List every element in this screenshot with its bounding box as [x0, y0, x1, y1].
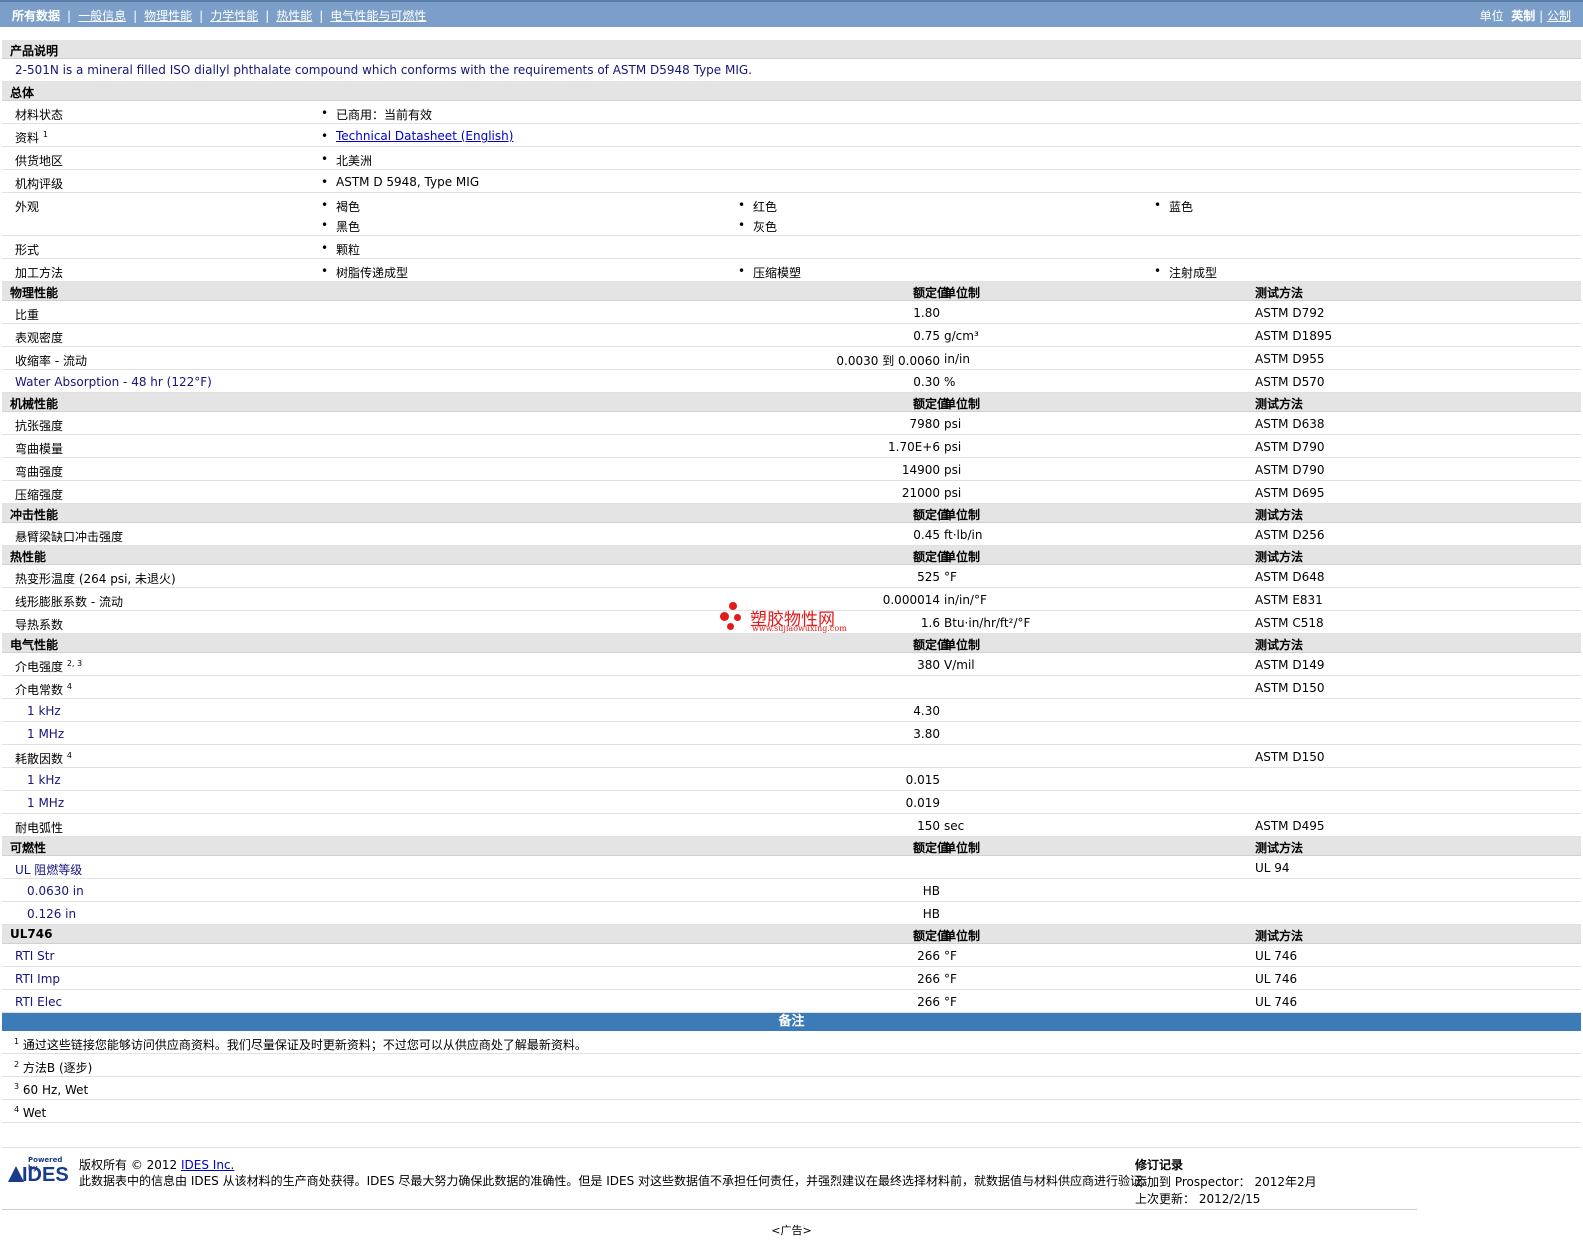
property-row: 比重 1.80 ASTM D792: [2, 301, 1581, 324]
property-subrow: 1 MHz 0.019: [2, 791, 1581, 814]
property-row: 介电强度 2, 3 380 V/mil ASTM D149: [2, 653, 1581, 676]
agency-value: ASTM D 5948, Type MIG: [321, 175, 479, 189]
region-label: 供货地区: [15, 154, 64, 168]
units-imperial[interactable]: 英制: [1511, 9, 1535, 23]
watermark-dot: [734, 614, 741, 621]
datasheet: 产品说明 2-501N is a mineral filled ISO dial…: [2, 40, 1581, 1123]
property-row: 悬臂梁缺口冲击强度 0.45 ft·lb/in ASTM D256: [2, 523, 1581, 546]
status-value: 已商用：当前有效: [321, 106, 432, 123]
appearance-item: 褐色: [321, 198, 360, 215]
appearance-item: 黑色: [321, 218, 360, 235]
section-header-product: 产品说明: [2, 40, 1581, 59]
appearance-item: 红色: [738, 198, 777, 215]
property-subrow: 1 kHz 0.015: [2, 768, 1581, 791]
product-description-row: 2-501N is a mineral filled ISO diallyl p…: [2, 59, 1581, 82]
note-item: 2 方法B (逐步): [2, 1054, 1581, 1077]
revision-updated: 上次更新： 2012/2/15: [1135, 1192, 1261, 1206]
revision-history: 修订记录 添加到 Prospector： 2012年2月 上次更新： 2012/…: [1135, 1156, 1317, 1207]
watermark-dot: [727, 623, 734, 630]
notes-header: 备注: [2, 1013, 1581, 1031]
region-row: 供货地区 北美洲: [2, 147, 1581, 170]
unit-switcher: 单位 英制 | 公制: [1479, 9, 1571, 23]
section-header-ul746: UL746 额定值 单位制 测试方法: [2, 925, 1581, 944]
col-unit: 单位制: [944, 286, 981, 300]
section-header-general: 总体: [2, 82, 1581, 101]
revision-title: 修订记录: [1135, 1158, 1184, 1172]
note-item: 3 60 Hz, Wet: [2, 1077, 1581, 1100]
property-row: 表观密度 0.75 g/cm³ ASTM D1895: [2, 324, 1581, 347]
form-label: 形式: [15, 243, 40, 257]
property-row: 压缩强度 21000 psi ASTM D695: [2, 481, 1581, 504]
property-subrow: 1 MHz 3.80: [2, 722, 1581, 745]
status-label: 材料状态: [15, 108, 64, 122]
property-row: 抗张强度 7980 psi ASTM D638: [2, 412, 1581, 435]
col-test: 测试方法: [1255, 286, 1304, 300]
docs-label: 资料 1: [15, 130, 48, 145]
property-subrow: 0.126 in HB: [2, 902, 1581, 925]
property-row: 弯曲模量 1.70E+6 psi ASTM D790: [2, 435, 1581, 458]
section-header-thermal: 热性能 额定值 单位制 测试方法: [2, 546, 1581, 565]
appearance-row: 外观 褐色 红色 蓝色 黑色 灰色: [2, 193, 1581, 236]
tab-all-data[interactable]: 所有数据: [12, 9, 60, 23]
appearance-label: 外观: [15, 200, 40, 214]
docs-bullet: Technical Datasheet (English): [321, 129, 513, 143]
technical-datasheet-link[interactable]: Technical Datasheet (English): [336, 129, 513, 143]
nav-tabs: 所有数据 | 一般信息 | 物理性能 | 力学性能 | 热性能 | 电气性能与可燃性: [12, 9, 427, 23]
product-description: 2-501N is a mineral filled ISO diallyl p…: [15, 63, 752, 77]
property-row: RTI Elec 266 °F UL 746: [2, 990, 1581, 1013]
property-row: 收缩率 - 流动 0.0030 到 0.0060 in/in ASTM D955: [2, 347, 1581, 370]
tab-electrical-flammability[interactable]: 电气性能与可燃性: [330, 9, 426, 23]
property-row: 耐电弧性 150 sec ASTM D495: [2, 814, 1581, 837]
note-item: 4 Wet: [2, 1100, 1581, 1123]
property-row: 介电常数 4 ASTM D150: [2, 676, 1581, 699]
watermark-url: www.sujiaowuxing.com: [752, 624, 847, 633]
status-row: 材料状态 已商用：当前有效: [2, 101, 1581, 124]
docs-row: 资料 1 Technical Datasheet (English): [2, 124, 1581, 147]
property-row: RTI Imp 266 °F UL 746: [2, 967, 1581, 990]
section-header-flammability: 可燃性 额定值 单位制 测试方法: [2, 837, 1581, 856]
footer: Powered by IDES 版权所有 © 2012 IDES Inc. 此数…: [2, 1147, 1581, 1217]
property-row: 热变形温度 (264 psi, 未退火) 525 °F ASTM D648: [2, 565, 1581, 588]
note-item: 1 通过这些链接您能够访问供应商资料。我们尽量保证及时更新资料；不过您可以从供应…: [2, 1031, 1581, 1054]
section-header-electrical: 电气性能 额定值 单位制 测试方法: [2, 634, 1581, 653]
property-row: 耗散因数 4 ASTM D150: [2, 745, 1581, 768]
region-value: 北美洲: [321, 152, 372, 169]
site-watermark: 塑胶物性网 www.sujiaowuxing.com: [720, 602, 855, 636]
tab-physical[interactable]: 物理性能: [144, 9, 192, 23]
watermark-dot: [720, 612, 729, 621]
section-header-mechanical: 机械性能 额定值 单位制 测试方法: [2, 393, 1581, 412]
process-item: 注射成型: [1154, 264, 1217, 281]
process-row: 加工方法 树脂传递成型 压缩模塑 注射成型: [2, 259, 1581, 282]
revision-added: 添加到 Prospector： 2012年2月: [1135, 1175, 1317, 1189]
copyright: 版权所有 © 2012 IDES Inc.: [79, 1158, 235, 1172]
property-row: RTI Str 266 °F UL 746: [2, 944, 1581, 967]
advertisement-label: <广告>: [771, 1224, 812, 1237]
agency-row: 机构评级 ASTM D 5948, Type MIG: [2, 170, 1581, 193]
appearance-item: 灰色: [738, 218, 777, 235]
disclaimer: 此数据表中的信息由 IDES 从该材料的生产商处获得。IDES 尽最大努力确保此…: [79, 1174, 1155, 1188]
ides-logo[interactable]: Powered by IDES: [8, 1156, 72, 1188]
watermark-dot: [729, 602, 737, 610]
tab-mechanical[interactable]: 力学性能: [210, 9, 258, 23]
top-nav-bar: 所有数据 | 一般信息 | 物理性能 | 力学性能 | 热性能 | 电气性能与可燃性 单位 英制 |…: [0, 0, 1583, 27]
form-row: 形式 颗粒: [2, 236, 1581, 259]
units-metric-link[interactable]: 公制: [1547, 9, 1571, 23]
ides-link[interactable]: IDES Inc.: [181, 1158, 234, 1172]
units-label: 单位: [1479, 9, 1504, 23]
property-subrow: 0.0630 in HB: [2, 879, 1581, 902]
section-header-physical: 物理性能 额定值 单位制 测试方法: [2, 282, 1581, 301]
process-item: 树脂传递成型: [321, 264, 408, 281]
property-row: 弯曲强度 14900 psi ASTM D790: [2, 458, 1581, 481]
appearance-item: 蓝色: [1154, 198, 1193, 215]
property-subrow: 1 kHz 4.30: [2, 699, 1581, 722]
process-item: 压缩模塑: [738, 264, 801, 281]
property-row: Water Absorption - 48 hr (122°F) 0.30% AST…: [2, 370, 1581, 393]
tab-thermal[interactable]: 热性能: [276, 9, 312, 23]
tab-general-info[interactable]: 一般信息: [78, 9, 126, 23]
process-label: 加工方法: [15, 266, 64, 280]
property-row: UL 阻燃等级 UL 94: [2, 856, 1581, 879]
form-value: 颗粒: [321, 241, 360, 258]
section-header-impact: 冲击性能 额定值 单位制 测试方法: [2, 504, 1581, 523]
agency-label: 机构评级: [15, 177, 64, 191]
